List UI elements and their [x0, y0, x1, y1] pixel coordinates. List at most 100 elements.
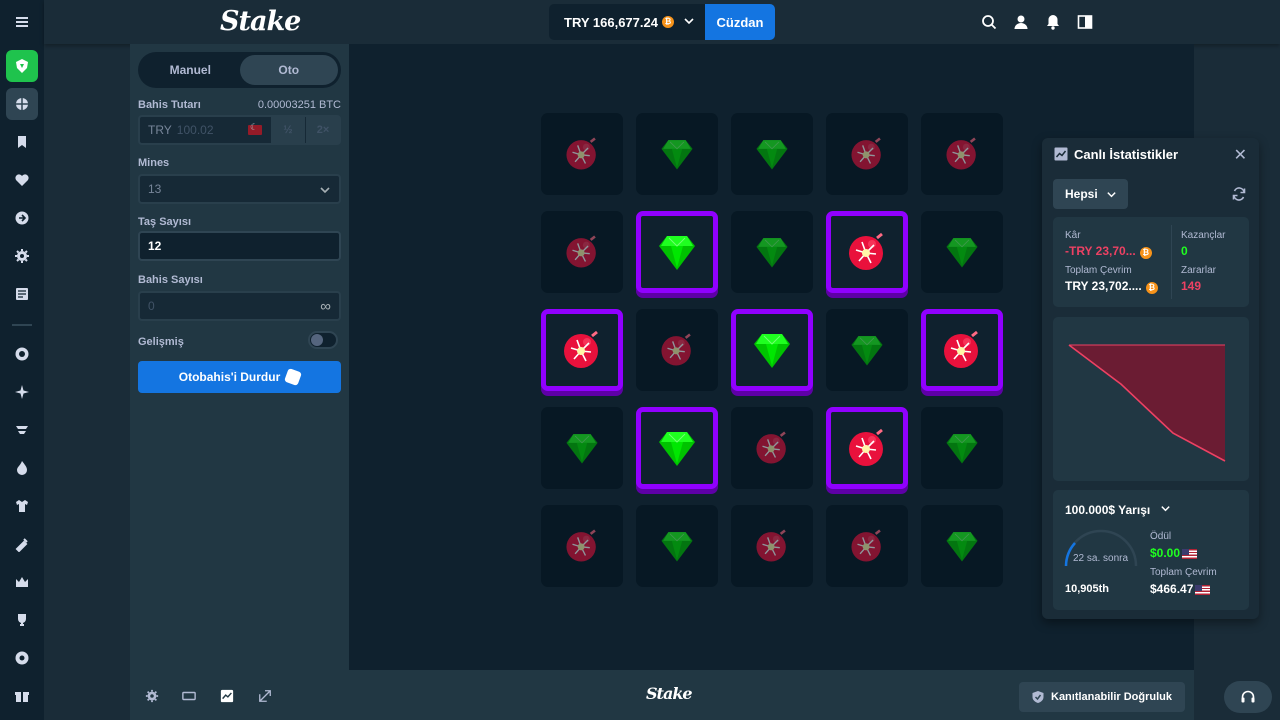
board-tile[interactable]	[731, 309, 813, 391]
prize-label: Ödül	[1150, 531, 1172, 542]
prize-amount: $0.00	[1150, 546, 1181, 560]
user-icon[interactable]	[1011, 12, 1031, 32]
board-tile[interactable]	[826, 407, 908, 489]
mine-icon	[848, 135, 886, 173]
mine-icon	[563, 135, 601, 173]
bets-count-field[interactable]: 0 ∞	[138, 291, 341, 321]
tab-manual[interactable]: Manuel	[141, 55, 240, 85]
board-tile[interactable]	[636, 211, 718, 293]
mines-select[interactable]: 13	[138, 174, 341, 204]
board-tile[interactable]	[826, 113, 908, 195]
trophy-icon[interactable]	[6, 604, 38, 636]
chevron-down-icon	[1160, 506, 1170, 512]
bookmark-icon[interactable]	[6, 126, 38, 158]
board-tile[interactable]	[636, 505, 718, 587]
bet-mode-tabs: Manuel Oto	[138, 52, 341, 88]
gem-icon	[943, 527, 981, 565]
wallet-button[interactable]: Cüzdan	[705, 4, 775, 40]
infinity-icon[interactable]: ∞	[320, 298, 331, 315]
board-tile[interactable]	[636, 407, 718, 489]
sidebar-toggle-icon[interactable]	[1075, 12, 1095, 32]
menu-icon[interactable]	[6, 6, 38, 38]
board-tile[interactable]	[731, 211, 813, 293]
bet-amount-input[interactable]: 100.02	[177, 123, 214, 137]
board-tile[interactable]	[636, 309, 718, 391]
board-tile[interactable]	[921, 505, 1003, 587]
race-title-text: 100.000$ Yarışı	[1065, 503, 1151, 517]
bet-amount-label: Bahis Tutarı	[138, 99, 201, 111]
board-tile[interactable]	[731, 113, 813, 195]
syringe-icon[interactable]	[6, 528, 38, 560]
live-stats-panel: Canlı İstatistikler ✕ Hepsi Kâr -TRY 23,…	[1042, 138, 1259, 619]
losses-label: Zararlar	[1181, 265, 1217, 276]
stop-autobet-button[interactable]: Otobahis'i Durdur	[138, 361, 341, 393]
race-title[interactable]: 100.000$ Yarışı	[1065, 503, 1171, 517]
board-tile[interactable]	[921, 113, 1003, 195]
gem-icon	[658, 527, 696, 565]
gem-icon	[943, 233, 981, 271]
refresh-icon[interactable]	[1231, 186, 1247, 202]
crown-icon[interactable]	[6, 566, 38, 598]
flame-icon[interactable]	[6, 452, 38, 484]
board-tile[interactable]	[731, 407, 813, 489]
bet-controls-panel: Manuel Oto Bahis Tutarı 0.00003251 BTC T…	[130, 44, 349, 670]
board-tile[interactable]	[921, 211, 1003, 293]
gift-icon[interactable]	[6, 680, 38, 712]
stats-title: Canlı İstatistikler	[1074, 147, 1179, 162]
board-tile[interactable]	[921, 309, 1003, 391]
wagered-value: TRY 23,702.... ₿	[1065, 279, 1158, 294]
gear-icon[interactable]	[145, 689, 159, 703]
stake-logo[interactable]: Stake	[220, 6, 301, 37]
sports-icon[interactable]	[6, 88, 38, 120]
theatre-mode-icon[interactable]	[182, 689, 196, 703]
provably-fair-button[interactable]: Kanıtlanabilir Doğruluk	[1019, 682, 1185, 712]
bell-icon[interactable]	[1043, 12, 1063, 32]
board-tile[interactable]	[921, 407, 1003, 489]
mines-value: 13	[148, 182, 162, 196]
shield-icon[interactable]	[6, 642, 38, 674]
news-icon[interactable]	[6, 278, 38, 310]
sparkle-icon[interactable]	[6, 376, 38, 408]
board-tile[interactable]	[541, 211, 623, 293]
stats-icon[interactable]	[220, 689, 234, 703]
bet-amount-field[interactable]: TRY 100.02 ½ 2×	[138, 115, 341, 145]
gems-label: Taş Sayısı	[138, 216, 191, 228]
gear-icon[interactable]	[6, 240, 38, 272]
advanced-toggle[interactable]	[308, 331, 338, 349]
board-tile[interactable]	[541, 113, 623, 195]
board-tile[interactable]	[826, 505, 908, 587]
board-tile[interactable]	[541, 407, 623, 489]
us-flag-icon	[1195, 584, 1211, 595]
tennis-icon[interactable]	[6, 414, 38, 446]
heart-icon[interactable]	[6, 164, 38, 196]
game-footer: Stake Kanıtlanabilir Doğruluk	[130, 670, 1194, 720]
board-tile[interactable]	[541, 505, 623, 587]
gem-icon	[848, 331, 886, 369]
stake-originals-icon[interactable]	[6, 50, 38, 82]
bet-currency: TRY	[148, 123, 172, 137]
board-tile[interactable]	[541, 309, 623, 391]
mine-icon	[845, 230, 889, 274]
board-tile[interactable]	[826, 309, 908, 391]
balance-selector[interactable]: TRY 166,677.24 ₿	[549, 4, 705, 40]
close-icon[interactable]: ✕	[1234, 145, 1247, 165]
half-bet-button[interactable]: ½	[271, 117, 305, 143]
arrow-right-circle-icon[interactable]	[6, 202, 38, 234]
race-wagered-value: $466.47	[1150, 582, 1211, 596]
profit-value: -TRY 23,70... ₿	[1065, 244, 1152, 259]
support-chat-button[interactable]	[1224, 681, 1272, 713]
popout-icon[interactable]	[258, 689, 272, 703]
gem-icon	[658, 135, 696, 173]
search-icon[interactable]	[979, 12, 999, 32]
double-bet-button[interactable]: 2×	[306, 117, 340, 143]
board-tile[interactable]	[731, 505, 813, 587]
board-tile[interactable]	[636, 113, 718, 195]
stats-filter-select[interactable]: Hepsi	[1053, 179, 1128, 209]
tab-auto[interactable]: Oto	[239, 55, 338, 85]
poker-chip-icon[interactable]	[6, 338, 38, 370]
shirt-icon[interactable]	[6, 490, 38, 522]
board-tile[interactable]	[826, 211, 908, 293]
profit-chart	[1053, 317, 1249, 481]
gems-field[interactable]: 12	[138, 231, 341, 261]
bet-amount-btc: 0.00003251 BTC	[257, 99, 341, 111]
